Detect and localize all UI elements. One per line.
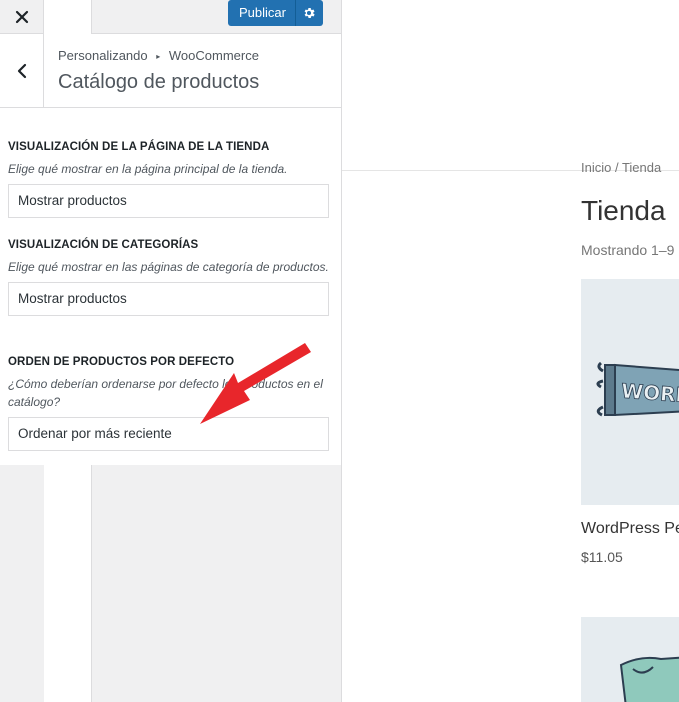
result-count: Mostrando 1–9 [581, 242, 675, 258]
chevron-left-icon [17, 63, 26, 78]
section-header: Personalizando ▸ WooCommerce Catálogo de… [0, 34, 341, 108]
customizer-sidebar: Publicar Personalizando ▸ WooCommerce Ca… [0, 0, 342, 702]
control-label: VISUALIZACIÓN DE LA PÁGINA DE LA TIENDA [8, 141, 270, 153]
gear-icon [305, 7, 316, 19]
publish-button[interactable]: Publicar [228, 0, 323, 26]
control-description: Elige qué mostrar en las páginas de cate… [8, 260, 329, 274]
control-label: ORDEN DE PRODUCTOS POR DEFECTO [8, 356, 235, 368]
back-button[interactable] [0, 34, 44, 107]
breadcrumb: Personalizando ▸ WooCommerce [58, 48, 259, 63]
pennant-image: WORD [596, 361, 679, 417]
close-icon [15, 10, 28, 24]
close-button[interactable] [0, 0, 44, 34]
publish-settings-button[interactable] [294, 0, 323, 26]
publish-button-label[interactable]: Publicar [228, 0, 295, 26]
customizer-topbar: Publicar [0, 0, 341, 702]
product-name[interactable]: WordPress Pe [581, 520, 679, 538]
default-sorting-select[interactable]: Ordenar por más reciente [8, 417, 329, 451]
breadcrumb-current: WooCommerce [168, 48, 259, 63]
breadcrumb-parent: Personalizando [58, 48, 148, 63]
shirt-image [619, 656, 679, 702]
control-description: ¿Cómo deberían ordenarse por defecto los… [8, 377, 323, 409]
site-preview: Inicio / Tienda Tienda Mostrando 1–9 WOR… [342, 0, 679, 702]
preview-breadcrumb[interactable]: Inicio / Tienda [581, 160, 661, 175]
breadcrumb-separator: ▸ [156, 52, 161, 61]
product-image[interactable]: WORD [581, 279, 679, 505]
category-display-control: VISUALIZACIÓN DE CATEGORÍAS Elige qué mo… [8, 239, 329, 316]
control-label: VISUALIZACIÓN DE CATEGORÍAS [8, 239, 199, 251]
product-image[interactable] [581, 617, 679, 702]
controls-panel: VISUALIZACIÓN DE LA PÁGINA DE LA TIENDA … [0, 108, 341, 465]
control-description: Elige qué mostrar en la página principal… [8, 162, 288, 176]
default-sorting-control: ORDEN DE PRODUCTOS POR DEFECTO ¿Cómo deb… [8, 356, 329, 451]
shop-page-display-control: VISUALIZACIÓN DE LA PÁGINA DE LA TIENDA … [8, 141, 329, 218]
shop-title: Tienda [581, 195, 666, 226]
section-title: Catálogo de productos [58, 71, 260, 93]
category-display-select[interactable]: Mostrar productos [8, 282, 329, 316]
shop-page-display-select[interactable]: Mostrar productos [8, 184, 329, 218]
product-price: $11.05 [581, 549, 623, 565]
